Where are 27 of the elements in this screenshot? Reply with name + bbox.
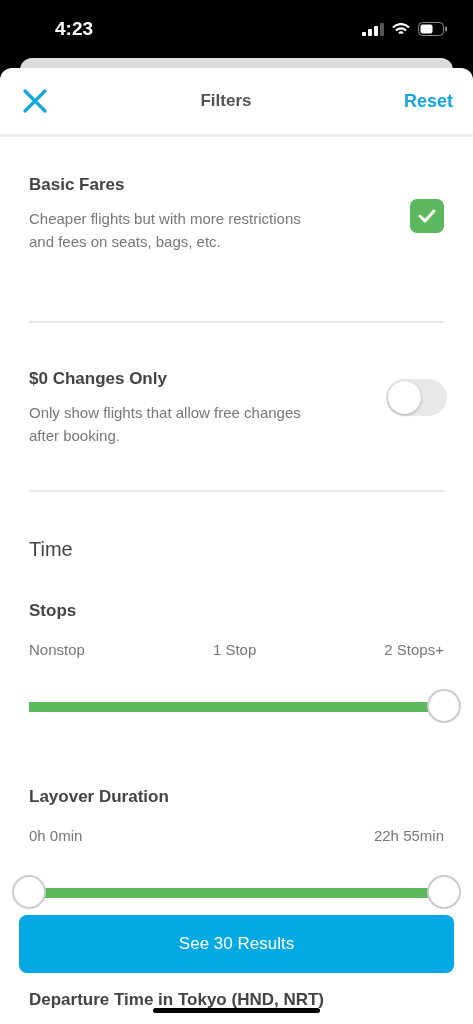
- slider-thumb[interactable]: [12, 875, 46, 909]
- slider-label: 0h 0min: [29, 827, 83, 844]
- section-title: Time: [29, 538, 74, 561]
- check-icon: [418, 209, 436, 223]
- option-description: Cheaper flights but with more restrictions and fees on seats, bags, etc.: [29, 209, 302, 252]
- slider-label: 22h 55min: [373, 827, 444, 844]
- slider-label: Nonstop: [29, 641, 85, 658]
- toggle-switch[interactable]: [386, 379, 447, 416]
- option-description: Only show flights that allow free changes after booking.: [29, 403, 302, 446]
- header-title: Filters: [200, 91, 252, 111]
- option-title: $0 Changes Only: [29, 369, 168, 389]
- status-time: 4:23: [55, 18, 94, 40]
- signal-icon: [362, 22, 384, 36]
- checkbox[interactable]: [410, 199, 444, 233]
- slider-label: 1 Stop: [212, 641, 257, 658]
- results-button[interactable]: See 30 Results: [19, 915, 454, 973]
- filter-title: Layover Duration: [29, 787, 170, 807]
- slider-label: 2 Stops+: [384, 641, 444, 658]
- slider-thumb[interactable]: [427, 875, 461, 909]
- option-title: Basic Fares: [29, 175, 126, 195]
- reset-button[interactable]: Reset: [403, 90, 453, 112]
- filter-title: Departure Time in Tokyo (HND, NRT): [29, 990, 325, 1010]
- slider-thumb[interactable]: [427, 689, 461, 723]
- battery-icon: [418, 22, 447, 36]
- wifi-icon: [392, 22, 410, 36]
- filter-title: Stops: [29, 601, 78, 621]
- close-button[interactable]: [22, 88, 48, 114]
